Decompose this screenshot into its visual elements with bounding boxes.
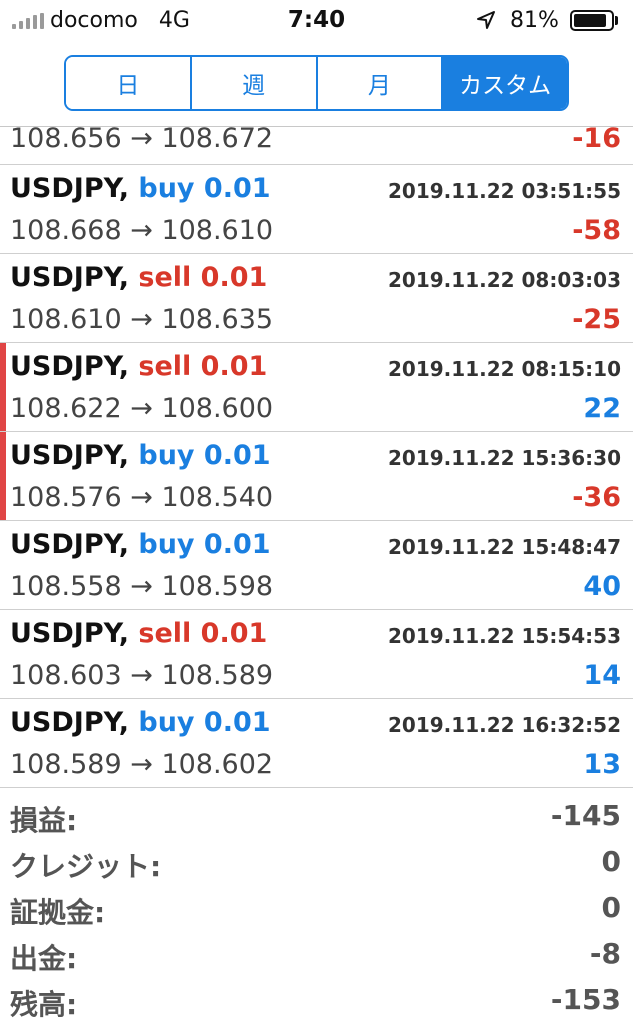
battery-icon xyxy=(570,10,614,31)
trade-prices: 108.558 → 108.598 xyxy=(10,571,274,602)
trade-row[interactable]: USDJPY, sell 0.01 2019.11.22 08:15:10 10… xyxy=(0,343,633,432)
trade-list[interactable]: 108.656 → 108.672 -16 USDJPY, buy 0.01 2… xyxy=(0,123,633,788)
trade-row[interactable]: USDJPY, buy 0.01 2019.11.22 16:32:52 108… xyxy=(0,699,633,788)
battery-tip xyxy=(615,16,618,25)
status-bar: docomo 4G 7:40 81% xyxy=(0,0,633,42)
trade-profit: -58 xyxy=(572,215,621,246)
trade-symbol: USDJPY, xyxy=(10,262,129,293)
trade-prices: 108.622 → 108.600 xyxy=(10,393,274,424)
tab-month[interactable]: 月 xyxy=(317,57,444,109)
summary-credit-row: クレジット: 0 xyxy=(0,841,633,887)
trade-profit: 22 xyxy=(583,393,621,424)
trade-row[interactable]: USDJPY, buy 0.01 2019.11.22 03:51:55 108… xyxy=(0,165,633,254)
trade-prices: 108.656 → 108.672 xyxy=(10,123,274,154)
trade-row-partial[interactable]: 108.656 → 108.672 -16 xyxy=(0,123,633,165)
period-segmented-control: 日 週 月 カスタム xyxy=(64,55,569,111)
trade-time: 2019.11.22 03:51:55 xyxy=(388,179,621,203)
summary-margin-row: 証拠金: 0 xyxy=(0,887,633,933)
summary-value: -153 xyxy=(550,983,621,1016)
trade-row[interactable]: USDJPY, sell 0.01 2019.11.22 08:03:03 10… xyxy=(0,254,633,343)
trade-symbol: USDJPY, xyxy=(10,529,129,560)
trade-prices: 108.668 → 108.610 xyxy=(10,215,274,246)
location-arrow-icon xyxy=(477,11,495,29)
trade-profit: -25 xyxy=(572,304,621,335)
battery-percent: 81% xyxy=(510,8,559,33)
trade-prices: 108.603 → 108.589 xyxy=(10,660,274,691)
trade-side: sell 0.01 xyxy=(138,351,268,382)
account-summary: 損益: -145 クレジット: 0 証拠金: 0 出金: -8 残高: -153 xyxy=(0,795,633,1025)
trade-row[interactable]: USDJPY, sell 0.01 2019.11.22 15:54:53 10… xyxy=(0,610,633,699)
trade-symbol: USDJPY, xyxy=(10,618,129,649)
trade-time: 2019.11.22 15:36:30 xyxy=(388,446,621,470)
trade-row[interactable]: USDJPY, buy 0.01 2019.11.22 15:48:47 108… xyxy=(0,521,633,610)
trade-prices: 108.610 → 108.635 xyxy=(10,304,274,335)
summary-value: -8 xyxy=(589,937,621,970)
summary-label: 証拠金: xyxy=(10,896,106,929)
summary-value: 0 xyxy=(601,845,621,878)
summary-value: 0 xyxy=(601,891,621,924)
summary-balance-row: 残高: -153 xyxy=(0,979,633,1025)
trade-profit: 40 xyxy=(583,571,621,602)
trade-time: 2019.11.22 16:32:52 xyxy=(388,713,621,737)
summary-label: 損益: xyxy=(10,804,78,837)
trade-profit: -16 xyxy=(572,123,621,154)
trade-side: sell 0.01 xyxy=(138,262,268,293)
trade-profit: 14 xyxy=(583,660,621,691)
trade-time: 2019.11.22 08:15:10 xyxy=(388,357,621,381)
summary-withdrawal-row: 出金: -8 xyxy=(0,933,633,979)
summary-profit-row: 損益: -145 xyxy=(0,795,633,841)
trade-time: 2019.11.22 15:54:53 xyxy=(388,624,621,648)
trade-row[interactable]: USDJPY, buy 0.01 2019.11.22 15:36:30 108… xyxy=(0,432,633,521)
summary-label: クレジット: xyxy=(10,850,162,883)
trade-time: 2019.11.22 08:03:03 xyxy=(388,268,621,292)
summary-value: -145 xyxy=(550,799,621,832)
trade-symbol: USDJPY, xyxy=(10,707,129,738)
trade-side: sell 0.01 xyxy=(138,618,268,649)
trade-prices: 108.589 → 108.602 xyxy=(10,749,274,780)
trade-symbol: USDJPY, xyxy=(10,173,129,204)
summary-label: 残高: xyxy=(10,988,78,1021)
trade-side: buy 0.01 xyxy=(138,529,271,560)
trade-side: buy 0.01 xyxy=(138,707,271,738)
tab-week[interactable]: 週 xyxy=(191,57,318,109)
trade-prices: 108.576 → 108.540 xyxy=(10,482,274,513)
tab-custom[interactable]: カスタム xyxy=(443,57,567,109)
trade-side: buy 0.01 xyxy=(138,440,271,471)
summary-label: 出金: xyxy=(10,942,78,975)
trade-time: 2019.11.22 15:48:47 xyxy=(388,535,621,559)
trade-symbol: USDJPY, xyxy=(10,440,129,471)
tab-day[interactable]: 日 xyxy=(66,57,192,109)
trade-profit: 13 xyxy=(583,749,621,780)
trade-side: buy 0.01 xyxy=(138,173,271,204)
trade-profit: -36 xyxy=(572,482,621,513)
trade-symbol: USDJPY, xyxy=(10,351,129,382)
